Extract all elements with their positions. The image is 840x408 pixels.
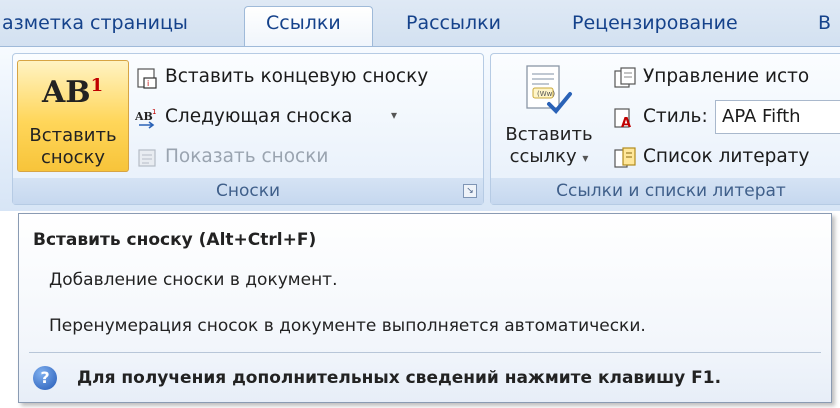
next-footnote-icon: AB 1 <box>135 108 156 129</box>
dropdown-arrow-icon[interactable]: ▾ <box>391 108 397 122</box>
svg-text:i: i <box>147 79 149 88</box>
dialog-launcher-icon[interactable]: ↘ <box>463 184 477 198</box>
insert-footnote-label: Вставить сноску <box>29 125 117 168</box>
tooltip-title: Вставить сноску (Alt+Ctrl+F) <box>33 230 317 250</box>
svg-text:AB: AB <box>135 110 153 123</box>
svg-text:1: 1 <box>152 108 156 116</box>
insert-footnote-button[interactable]: AB1 Вставить сноску <box>17 60 129 172</box>
tab-review[interactable]: Рецензирование <box>572 12 738 34</box>
bibliography-icon <box>614 147 636 168</box>
citations-group: (Ww) Вставить ссылку ▾ Управление исто A… <box>490 53 840 205</box>
help-icon: ? <box>33 366 57 390</box>
footnotes-group-title: Сноски <box>13 178 483 204</box>
tab-view[interactable]: В <box>818 12 831 34</box>
insert-footnote-tooltip: Вставить сноску (Alt+Ctrl+F) Добавление … <box>18 213 832 403</box>
footnotes-group: AB1 Вставить сноску i Вставить концевую … <box>12 53 484 205</box>
style-icon: A <box>614 108 631 130</box>
svg-text:A: A <box>621 116 631 130</box>
svg-text:(Ww): (Ww) <box>537 90 555 98</box>
tooltip-detail: Перенумерация сносок в документе выполня… <box>49 316 646 336</box>
ribbon: AB1 Вставить сноску i Вставить концевую … <box>0 46 840 211</box>
show-notes-icon <box>138 149 156 167</box>
citations-group-title: Ссылки и списки литерат <box>491 178 840 204</box>
insert-citation-button[interactable]: (Ww) Вставить ссылку ▾ <box>497 60 601 170</box>
ribbon-tab-strip: азметка страницы Ссылки Рассылки Рецензи… <box>0 0 840 51</box>
dropdown-arrow-icon: ▾ <box>582 151 589 165</box>
insert-citation-icon: (Ww) <box>526 65 572 114</box>
tooltip-divider <box>29 352 821 353</box>
tab-references[interactable]: Ссылки <box>266 12 341 34</box>
tooltip-description: Добавление сноски в документ. <box>49 270 338 290</box>
insert-endnote-icon: i <box>137 68 157 89</box>
tooltip-help-text: Для получения дополнительных сведений на… <box>77 368 722 388</box>
tab-mailings[interactable]: Рассылки <box>406 12 501 34</box>
footnote-ab-icon: AB1 <box>42 75 104 110</box>
manage-sources-icon <box>614 67 636 88</box>
style-select[interactable]: APA Fifth <box>715 100 840 134</box>
insert-citation-label: Вставить ссылку ▾ <box>505 124 593 167</box>
tab-page-layout[interactable]: азметка страницы <box>2 12 188 34</box>
